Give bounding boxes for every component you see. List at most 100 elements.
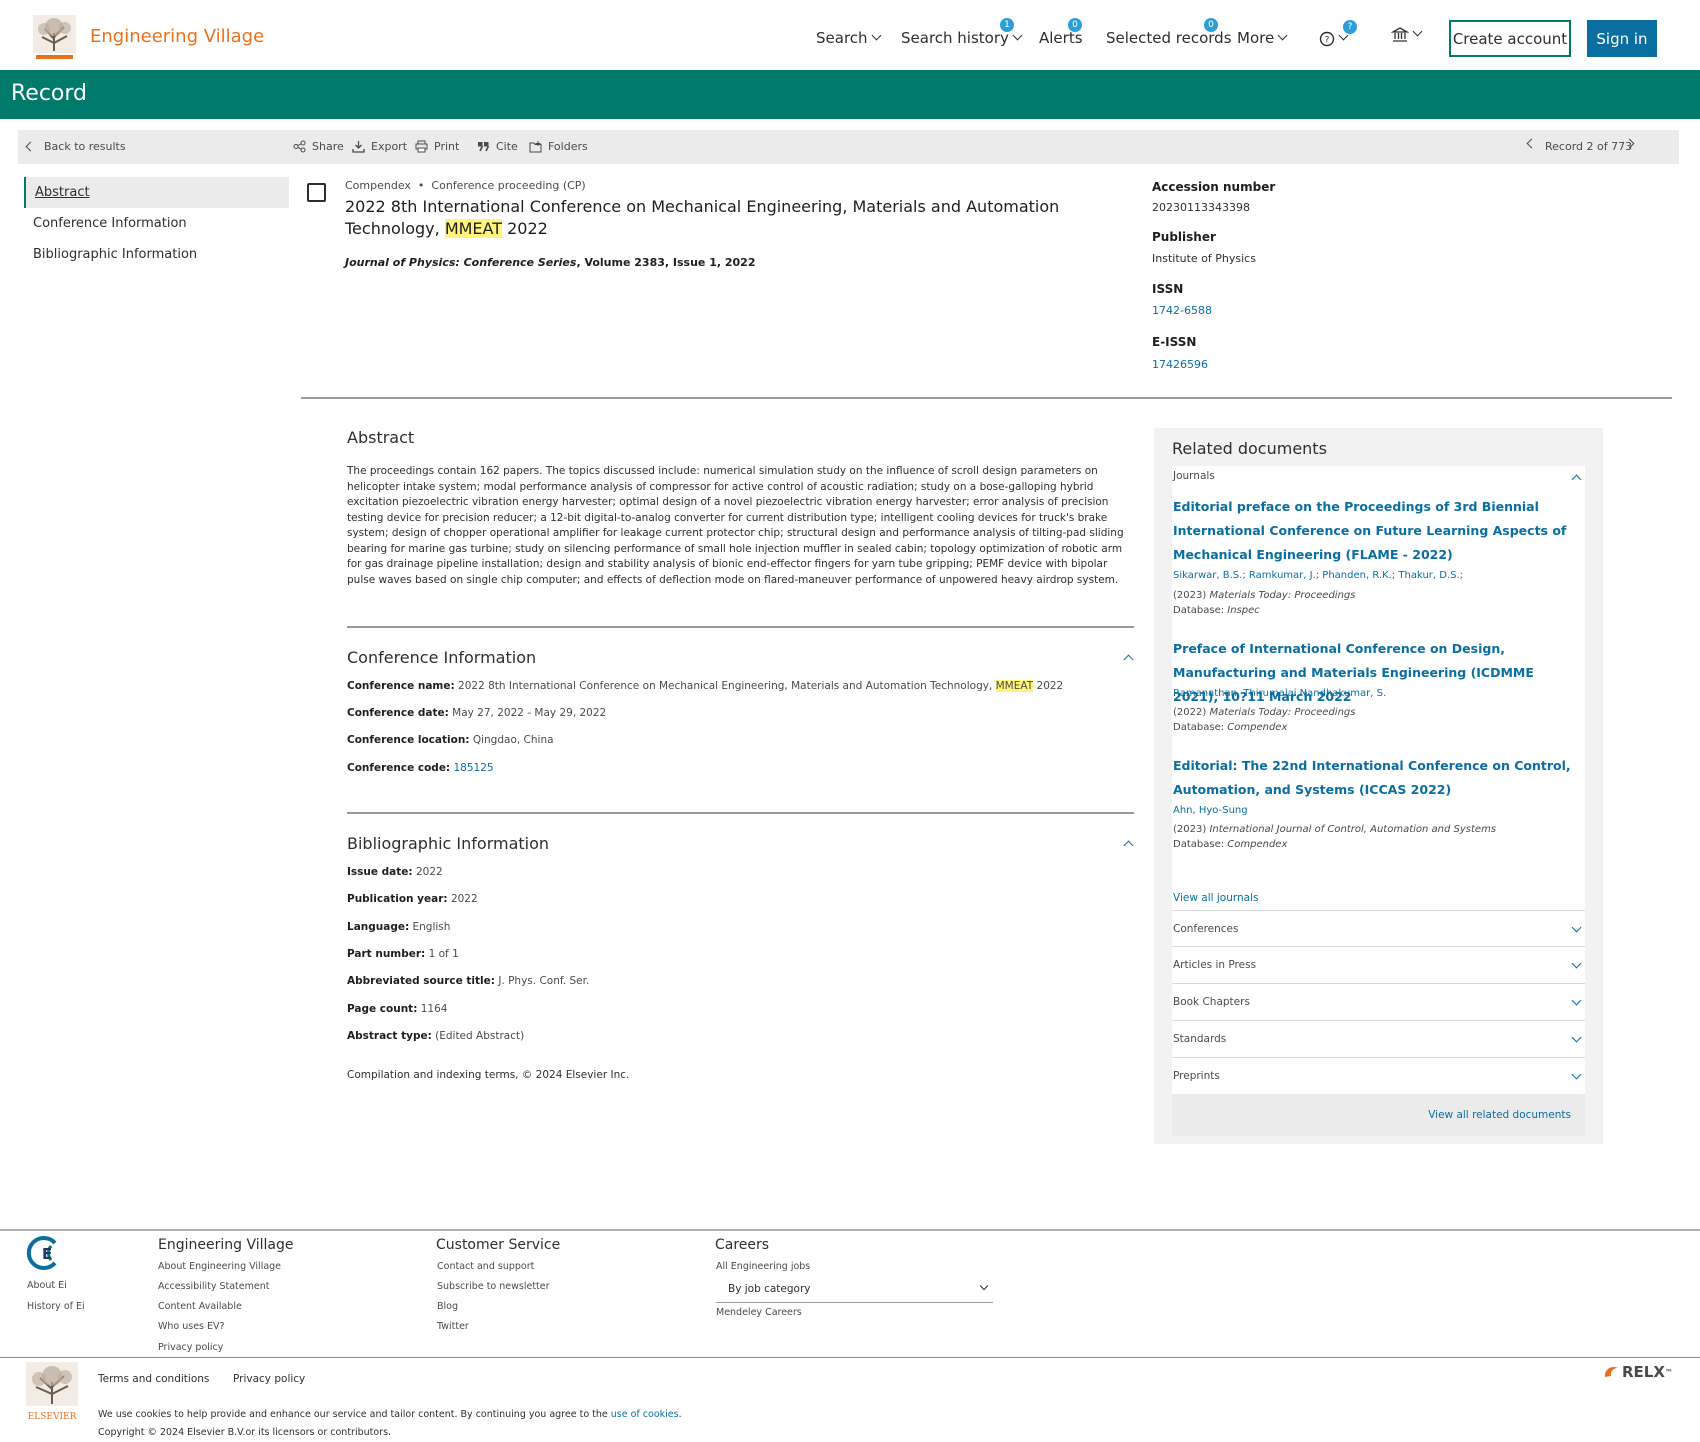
footer-link[interactable]: Blog bbox=[437, 1301, 458, 1312]
related-doc-title-link[interactable]: Editorial: The 22nd International Confer… bbox=[1173, 754, 1578, 802]
share-button[interactable]: Share bbox=[293, 140, 344, 153]
select-record-checkbox[interactable] bbox=[307, 183, 326, 202]
accession-number-value: 20230113343398 bbox=[1152, 201, 1250, 214]
mendeley-careers-link[interactable]: Mendeley Careers bbox=[716, 1307, 802, 1318]
print-button[interactable]: Print bbox=[415, 140, 459, 153]
related-doc-authors[interactable]: Ramanathan, Thirumalai Nandhakumar, S. bbox=[1173, 688, 1386, 699]
folder-add-icon bbox=[529, 141, 542, 153]
institution-menu[interactable] bbox=[1390, 25, 1423, 44]
next-record-button[interactable] bbox=[1624, 138, 1635, 149]
sign-in-button[interactable]: Sign in bbox=[1587, 20, 1657, 57]
conference-date-value: May 27, 2022 - May 29, 2022 bbox=[452, 707, 607, 719]
related-doc-database: Compendex bbox=[1227, 839, 1288, 850]
related-doc-journal: Materials Today: Proceedings bbox=[1209, 707, 1356, 718]
nav-search-history[interactable]: Search history bbox=[901, 29, 1023, 47]
related-journals-toggle[interactable]: Journals bbox=[1172, 466, 1585, 494]
eissn-link[interactable]: 17426596 bbox=[1152, 358, 1208, 371]
chevron-up-icon bbox=[1571, 474, 1582, 485]
related-book-chapters-toggle[interactable]: Book Chapters bbox=[1172, 984, 1585, 1021]
relx-logo[interactable]: RELX ™ bbox=[1602, 1363, 1673, 1381]
back-to-results-label: Back to results bbox=[44, 140, 126, 153]
chevron-right-icon bbox=[1624, 138, 1635, 149]
collapse-bibliographic-icon[interactable] bbox=[1123, 840, 1134, 851]
section-nav-abstract[interactable]: Abstract bbox=[24, 177, 289, 208]
view-all-journals-link[interactable]: View all journals bbox=[1173, 892, 1258, 904]
section-nav-conference-information[interactable]: Conference Information bbox=[24, 208, 289, 239]
nav-search[interactable]: Search bbox=[816, 29, 881, 47]
footer-link[interactable]: Twitter bbox=[437, 1321, 469, 1332]
bib-label: Abstract type: bbox=[347, 1030, 432, 1042]
chevron-down-icon bbox=[1571, 1069, 1582, 1080]
related-category-label: Articles in Press bbox=[1173, 959, 1257, 971]
elsevier-tree-logo[interactable] bbox=[33, 15, 76, 60]
download-icon bbox=[352, 141, 365, 153]
footer-link[interactable]: Subscribe to newsletter bbox=[437, 1281, 550, 1292]
ei-logo[interactable]: E bbox=[25, 1235, 61, 1271]
about-ei-link[interactable]: About Ei bbox=[27, 1280, 67, 1291]
elsevier-logo[interactable]: ELSEVIER bbox=[24, 1362, 80, 1422]
related-doc-title-link[interactable]: Editorial preface on the Proceedings of … bbox=[1173, 495, 1578, 567]
svg-text:E: E bbox=[42, 1245, 52, 1263]
nav-more-label: More bbox=[1237, 29, 1275, 47]
chevron-down-icon bbox=[1412, 26, 1423, 37]
related-documents-panel: Related documents Journals Editorial pre… bbox=[1154, 428, 1603, 1144]
footer-link[interactable]: Who uses EV? bbox=[158, 1321, 225, 1332]
folders-button[interactable]: Folders bbox=[529, 140, 588, 153]
record-position: Record 2 of 773 bbox=[1545, 140, 1633, 153]
issn-link[interactable]: 1742-6588 bbox=[1152, 304, 1212, 317]
chevron-down-icon bbox=[1277, 30, 1288, 41]
bib-label: Language: bbox=[347, 921, 410, 933]
terms-link[interactable]: Terms and conditions bbox=[98, 1373, 209, 1385]
collapse-conference-icon[interactable] bbox=[1123, 654, 1134, 665]
related-articles-in-press-toggle[interactable]: Articles in Press bbox=[1172, 947, 1585, 984]
use-of-cookies-link[interactable]: use of cookies bbox=[611, 1409, 679, 1420]
chevron-down-icon bbox=[1571, 922, 1582, 933]
conference-date-row: Conference date: May 27, 2022 - May 29, … bbox=[347, 707, 606, 719]
chevron-left-icon bbox=[1526, 138, 1537, 149]
footer-link[interactable]: Accessibility Statement bbox=[158, 1281, 269, 1292]
related-preprints-toggle[interactable]: Preprints bbox=[1172, 1058, 1585, 1095]
create-account-button[interactable]: Create account bbox=[1449, 20, 1571, 57]
footer-link[interactable]: Content Available bbox=[158, 1301, 242, 1312]
cite-button[interactable]: Cite bbox=[477, 140, 518, 153]
page-title: Record bbox=[11, 81, 88, 106]
footer-link[interactable]: All Engineering jobs bbox=[716, 1261, 810, 1272]
help-menu[interactable]: ? bbox=[1319, 29, 1349, 47]
conference-code-link[interactable]: 185125 bbox=[453, 762, 493, 774]
footer-divider bbox=[0, 1357, 1700, 1358]
footer-link[interactable]: About Engineering Village bbox=[158, 1261, 281, 1272]
bib-label: Abbreviated source title: bbox=[347, 975, 495, 987]
nav-more[interactable]: More bbox=[1237, 29, 1288, 47]
nav-search-history-label: Search history bbox=[901, 29, 1009, 47]
conference-info-heading: Conference Information bbox=[347, 648, 537, 667]
footer-link[interactable]: Privacy policy bbox=[158, 1342, 223, 1353]
conference-name-row: Conference name: 2022 8th International … bbox=[347, 680, 1063, 692]
record-source: Journal of Physics: Conference Series, V… bbox=[345, 256, 755, 269]
chevron-down-icon bbox=[1571, 1032, 1582, 1043]
previous-record-button[interactable] bbox=[1526, 138, 1537, 149]
job-category-value: By job category bbox=[728, 1283, 811, 1295]
related-category-label: Standards bbox=[1173, 1033, 1227, 1045]
section-nav-bibliographic-information[interactable]: Bibliographic Information bbox=[24, 239, 289, 270]
conference-location-label: Conference location: bbox=[347, 734, 470, 746]
export-button[interactable]: Export bbox=[352, 140, 407, 153]
job-category-select[interactable]: By job category bbox=[716, 1276, 993, 1303]
search-term-highlight: MMEAT bbox=[444, 219, 503, 238]
privacy-link[interactable]: Privacy policy bbox=[233, 1373, 305, 1385]
view-all-related-link[interactable]: View all related documents bbox=[1428, 1109, 1571, 1121]
related-doc-authors[interactable]: Sikarwar, B.S.; Ramkumar, J.; Phanden, R… bbox=[1173, 570, 1463, 581]
conference-location-row: Conference location: Qingdao, China bbox=[347, 734, 554, 746]
footer-link[interactable]: Contact and support bbox=[437, 1261, 534, 1272]
chevron-down-icon bbox=[871, 30, 881, 41]
related-conferences-toggle[interactable]: Conferences bbox=[1172, 910, 1585, 947]
conference-code-label: Conference code: bbox=[347, 762, 451, 774]
relx-wordmark: RELX bbox=[1622, 1363, 1665, 1381]
related-doc-authors[interactable]: Ahn, Hyo-Sung bbox=[1173, 805, 1248, 816]
back-to-results-link[interactable]: Back to results bbox=[25, 140, 126, 153]
brand-name[interactable]: Engineering Village bbox=[90, 26, 264, 47]
source-volume-issue: , Volume 2383, Issue 1, 2022 bbox=[576, 256, 756, 269]
related-category-label: Conferences bbox=[1173, 923, 1239, 935]
history-ei-link[interactable]: History of Ei bbox=[27, 1301, 85, 1312]
cookies-notice: We use cookies to help provide and enhan… bbox=[98, 1409, 682, 1420]
related-standards-toggle[interactable]: Standards bbox=[1172, 1021, 1585, 1058]
